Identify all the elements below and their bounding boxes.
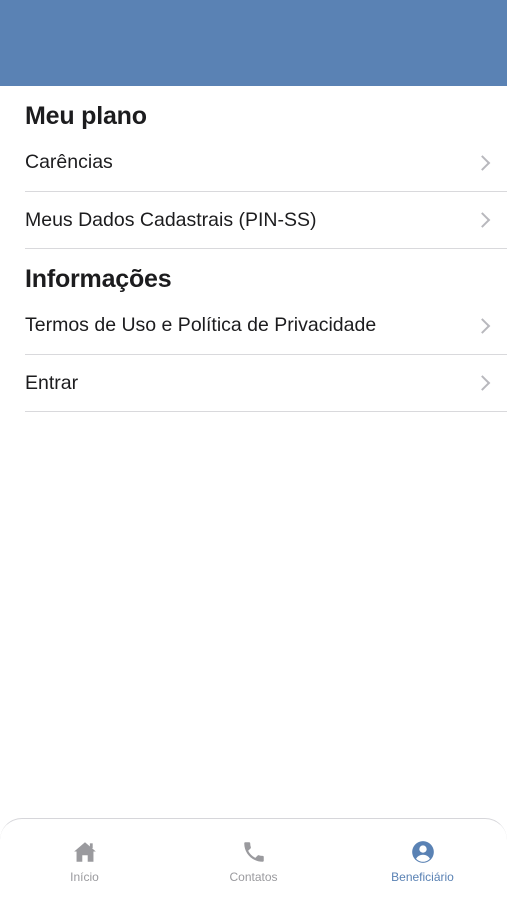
menu-item-label: Termos de Uso e Política de Privacidade [25,314,377,336]
chevron-right-icon [474,375,491,391]
chevron-right-icon [474,317,491,334]
tab-contatos[interactable]: Contatos [169,819,338,900]
menu-item-entrar[interactable]: Entrar [25,355,507,412]
chevron-right-icon [474,154,491,171]
tab-label: Beneficiário [391,870,454,884]
menu-item-label: Meus Dados Cadastrais (PIN-SS) [25,208,317,231]
tab-label: Contatos [229,870,278,884]
menu-item-carencias[interactable]: Carências [25,144,507,192]
tab-label: Início [70,870,99,884]
menu-item-label: Entrar [25,371,79,394]
home-icon [73,842,96,862]
tab-beneficiario[interactable]: Beneficiário [338,819,507,900]
section-title-informacoes: Informações [25,265,172,293]
menu-item-meus-dados-cadastrais[interactable]: Meus Dados Cadastrais (PIN-SS) [25,192,507,249]
chevron-right-icon [474,212,491,228]
section-title-meu-plano: Meu plano [25,102,147,130]
app-screen: Meu plano Carências Meus Dados Cadastrai… [0,0,507,900]
content: Meu plano Carências Meus Dados Cadastrai… [0,86,507,412]
header-bar [0,0,507,86]
menu-item-termos-de-uso[interactable]: Termos de Uso e Política de Privacidade [25,307,507,355]
menu-item-label: Carências [25,151,113,173]
user-circle-icon [411,841,434,863]
tab-bar: Início Contatos Beneficiário [0,818,507,900]
phone-icon [243,842,264,862]
tab-inicio[interactable]: Início [0,819,169,900]
